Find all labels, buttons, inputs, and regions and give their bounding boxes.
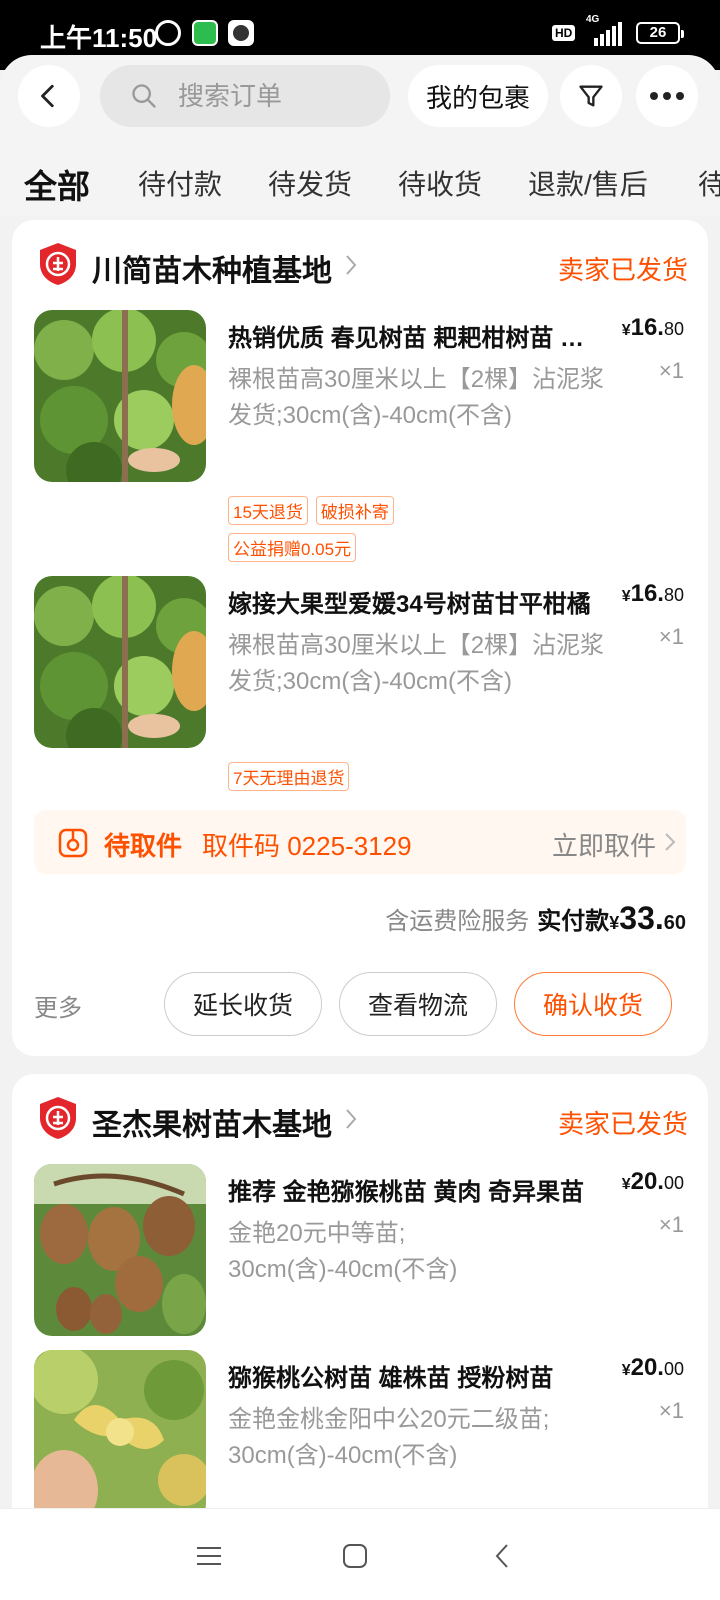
- tab-refund-aftersale[interactable]: 退款/售后: [528, 163, 648, 203]
- filter-button[interactable]: [560, 65, 622, 127]
- order-status: 卖家已发货: [557, 1109, 688, 1139]
- order-status: 卖家已发货: [557, 255, 688, 285]
- search-icon: [132, 84, 156, 108]
- product-spec: 裸根苗高30厘米以上【2棵】沾泥浆发货;30cm(含)-40cm(不含): [228, 632, 605, 695]
- order-item[interactable]: 猕猴桃公树苗 雄株苗 授粉树苗 金艳金桃金阳中公20元二级苗; 30cm(含)-…: [34, 1350, 684, 1522]
- more-options-button[interactable]: [636, 65, 698, 127]
- tab-pending-shipment[interactable]: 待发货: [268, 163, 352, 203]
- shop-badge-icon: [40, 243, 76, 285]
- view-logistics-button[interactable]: 查看物流: [339, 972, 497, 1036]
- shop-header[interactable]: 川简苗木种植基地 卖家已发货: [38, 242, 688, 288]
- my-packages-button[interactable]: 我的包裹: [408, 65, 548, 127]
- back-button[interactable]: [18, 65, 80, 127]
- order-item[interactable]: 热销优质 春见树苗 耙耙柑树苗 嫁接 裸根苗高30厘米以上【2棵】沾泥浆发货;3…: [34, 310, 684, 562]
- back-icon: [41, 84, 54, 108]
- menu-icon[interactable]: [194, 1541, 224, 1571]
- service-tag: 7天无理由退货: [228, 762, 350, 791]
- hd-badge: HD: [552, 25, 576, 41]
- header: 我的包裹 全部 待付款 待发货 待收货 退款/售后 待: [0, 55, 720, 215]
- product-price: ¥20.00: [621, 1168, 684, 1195]
- app-notification-icon-2: [228, 20, 254, 46]
- service-tag: 15天退货: [228, 496, 308, 525]
- product-price: ¥20.00: [621, 1354, 684, 1381]
- more-actions-link[interactable]: 更多: [34, 988, 82, 1023]
- product-quantity: ×1: [658, 624, 684, 649]
- total-label: 实付款: [537, 908, 610, 935]
- order-item[interactable]: 嫁接大果型爱媛34号树苗甘平柑橘 裸根苗高30厘米以上【2棵】沾泥浆发货;30c…: [34, 576, 684, 796]
- shop-name[interactable]: 川简苗木种植基地: [92, 246, 332, 290]
- battery-icon: 26: [636, 22, 684, 44]
- product-image[interactable]: [34, 1350, 206, 1522]
- product-image[interactable]: [34, 576, 206, 748]
- confirm-receipt-button[interactable]: 确认收货: [514, 972, 672, 1036]
- service-tags: 15天退货 破损补寄 公益捐赠0.05元: [228, 496, 402, 570]
- back-nav-icon[interactable]: [488, 1541, 518, 1571]
- app-notification-icon: [192, 20, 218, 46]
- product-spec: 裸根苗高30厘米以上【2棵】沾泥浆发货;30cm(含)-40cm(不含): [228, 366, 605, 429]
- pickup-status: 待取件: [104, 831, 183, 861]
- service-tag: 破损补寄: [315, 496, 394, 525]
- product-price: ¥16.80: [621, 580, 684, 607]
- order-card: 圣杰果树苗木基地 卖家已发货 推荐 金艳猕猴桃苗 黄肉 奇异果苗 金艳20元中等…: [12, 1074, 708, 1534]
- product-title[interactable]: 热销优质 春见树苗 耙耙柑树苗 嫁接: [228, 318, 598, 353]
- product-quantity: ×1: [658, 1212, 684, 1237]
- tab-all[interactable]: 全部: [24, 163, 90, 208]
- status-time: 上午11:50: [40, 23, 158, 53]
- chevron-right-icon: [665, 833, 676, 851]
- product-price: ¥16.80: [621, 314, 684, 341]
- filter-icon: [579, 85, 603, 107]
- order-item[interactable]: 推荐 金艳猕猴桃苗 黄肉 奇异果苗 金艳20元中等苗; 30cm(含)-40cm…: [34, 1164, 684, 1336]
- pickup-now-link[interactable]: 立即取件: [552, 826, 656, 863]
- pickup-banner[interactable]: 待取件 取件码 0225-3129 立即取件: [34, 810, 686, 874]
- product-title[interactable]: 嫁接大果型爱媛34号树苗甘平柑橘: [228, 584, 598, 619]
- tab-pending-review[interactable]: 待: [698, 163, 720, 203]
- shop-badge-icon: [40, 1097, 76, 1139]
- shop-name[interactable]: 圣杰果树苗木基地: [92, 1100, 332, 1144]
- chevron-right-icon: [346, 255, 357, 275]
- pickup-code: 取件码 0225-3129: [202, 831, 412, 861]
- service-tag: 公益捐赠0.05元: [228, 533, 357, 562]
- total-amount: 33.: [619, 900, 664, 936]
- product-title[interactable]: 猕猴桃公树苗 雄株苗 授粉树苗: [228, 1358, 598, 1393]
- signal-icon: [588, 18, 622, 46]
- product-title[interactable]: 推荐 金艳猕猴桃苗 黄肉 奇异果苗: [228, 1172, 598, 1207]
- order-tabs: 全部 待付款 待发货 待收货 退款/售后 待: [0, 163, 720, 213]
- tab-pending-receipt[interactable]: 待收货: [398, 163, 482, 203]
- order-actions: 更多 延长收货 查看物流 确认收货: [34, 972, 686, 1036]
- extend-receipt-button[interactable]: 延长收货: [164, 972, 322, 1036]
- alarm-icon: [155, 20, 181, 46]
- service-note: 含运费险服务: [385, 908, 530, 935]
- system-nav-bar: [0, 1508, 720, 1600]
- order-card: 川简苗木种植基地 卖家已发货 热销优质 春见树苗 耙耙柑树苗 嫁接 裸根苗高30…: [12, 220, 708, 1056]
- shop-header[interactable]: 圣杰果树苗木基地 卖家已发货: [38, 1096, 688, 1142]
- order-total: 含运费险服务 实付款¥33.60: [385, 900, 686, 936]
- chevron-right-icon: [346, 1109, 357, 1129]
- home-icon[interactable]: [340, 1541, 370, 1571]
- product-quantity: ×1: [658, 358, 684, 383]
- search-bar[interactable]: [100, 65, 390, 127]
- search-input[interactable]: [178, 80, 358, 112]
- product-quantity: ×1: [658, 1398, 684, 1423]
- package-pickup-icon: [58, 828, 88, 858]
- product-spec: 金艳金桃金阳中公20元二级苗; 30cm(含)-40cm(不含): [228, 1406, 550, 1469]
- product-spec: 金艳20元中等苗; 30cm(含)-40cm(不含): [228, 1220, 458, 1283]
- tab-pending-payment[interactable]: 待付款: [138, 163, 222, 203]
- product-image[interactable]: [34, 310, 206, 482]
- product-image[interactable]: [34, 1164, 206, 1336]
- service-tags: 7天无理由退货: [228, 762, 357, 799]
- more-icon: [650, 92, 658, 100]
